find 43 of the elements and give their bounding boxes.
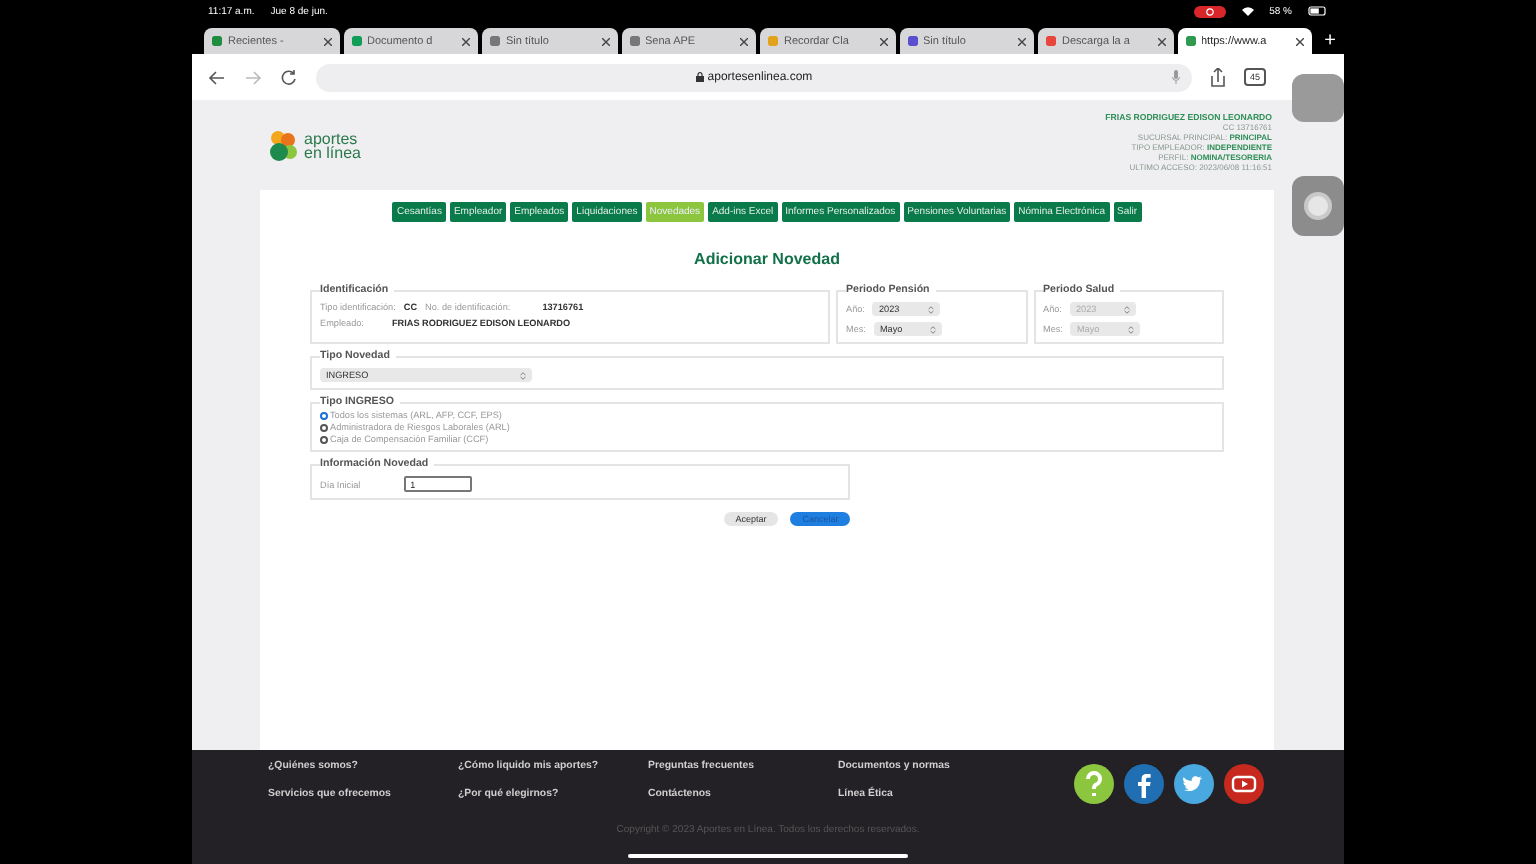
chevron-icon bbox=[1127, 325, 1134, 333]
close-icon[interactable] bbox=[323, 37, 331, 45]
logo-text: en línea bbox=[304, 145, 361, 159]
close-icon[interactable] bbox=[879, 37, 887, 45]
close-icon[interactable] bbox=[1018, 37, 1026, 45]
close-icon[interactable] bbox=[740, 37, 748, 45]
recording-icon bbox=[1193, 5, 1226, 17]
favicon-icon bbox=[1046, 36, 1056, 46]
radio-button[interactable] bbox=[320, 411, 328, 419]
close-icon[interactable] bbox=[1157, 37, 1165, 45]
logo-icon bbox=[268, 129, 300, 161]
facebook-icon[interactable] bbox=[1124, 764, 1164, 804]
share-icon[interactable] bbox=[1209, 67, 1226, 87]
battery-icon bbox=[1308, 6, 1328, 16]
favicon-icon bbox=[768, 36, 778, 46]
radio-button[interactable] bbox=[320, 435, 328, 443]
favicon-icon bbox=[351, 36, 361, 46]
favicon-icon bbox=[907, 36, 917, 46]
radio-button[interactable] bbox=[320, 423, 328, 431]
chevron-icon bbox=[520, 371, 526, 379]
chevron-icon bbox=[927, 305, 934, 313]
favicon-icon bbox=[212, 36, 222, 46]
favicon-icon bbox=[1185, 36, 1195, 46]
floating-button[interactable] bbox=[1292, 74, 1344, 122]
help-icon[interactable] bbox=[1074, 764, 1114, 804]
assistive-touch-button[interactable] bbox=[1292, 176, 1344, 236]
reload-icon[interactable] bbox=[280, 68, 298, 86]
page-title: Adicionar Novedad bbox=[694, 250, 840, 268]
chevron-icon bbox=[1124, 305, 1131, 313]
video-icon[interactable] bbox=[1224, 764, 1264, 804]
wifi-icon bbox=[1241, 6, 1254, 16]
touch-icon[interactable] bbox=[1304, 192, 1332, 220]
new-tab-button[interactable]: + bbox=[1316, 28, 1344, 54]
twitter-icon[interactable] bbox=[1174, 764, 1214, 804]
favicon-icon bbox=[490, 36, 500, 46]
chevron-icon bbox=[930, 325, 937, 333]
close-icon[interactable] bbox=[1296, 37, 1304, 45]
close-icon[interactable] bbox=[462, 37, 470, 45]
favicon-icon bbox=[629, 36, 639, 46]
lock-icon bbox=[695, 72, 704, 82]
logo-text: aportes bbox=[304, 131, 358, 145]
close-icon[interactable] bbox=[601, 37, 609, 45]
back-icon[interactable] bbox=[208, 69, 226, 85]
